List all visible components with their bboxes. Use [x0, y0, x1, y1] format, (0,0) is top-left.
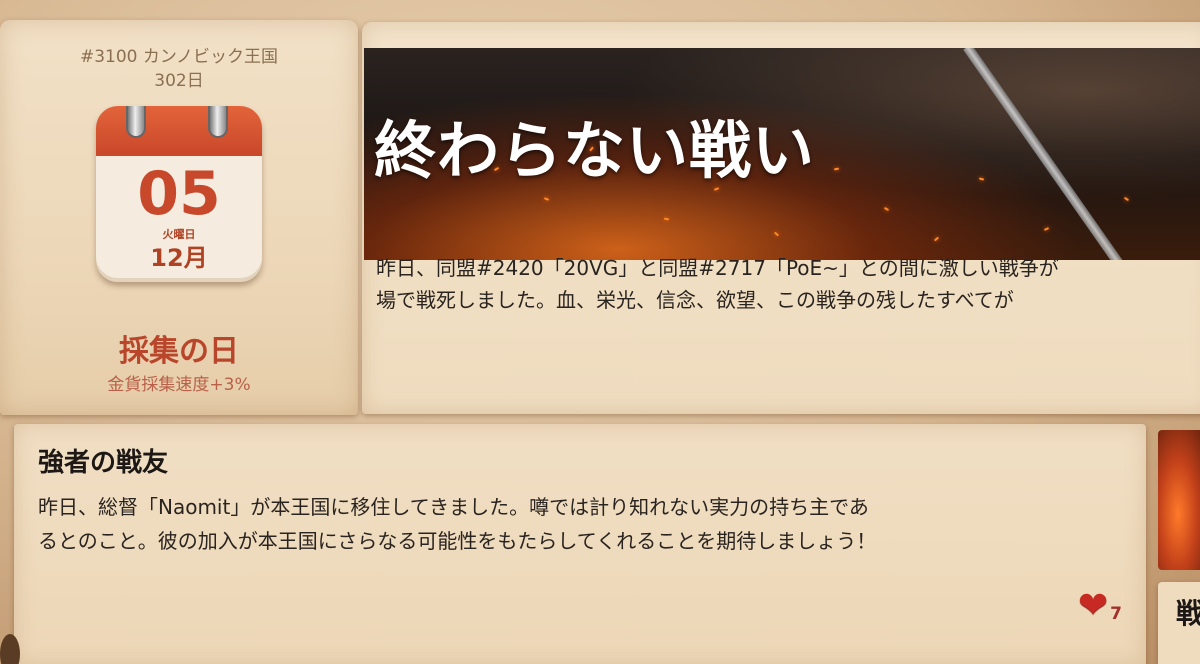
event-effect: 金貨採集速度+3%	[107, 375, 251, 395]
news-body: 昨日、同盟#2420「20VG」と同盟#2717「PoE~」との間に激しい戦争が…	[376, 252, 1200, 316]
kingdom-name: #3100 カンノビック王国	[79, 47, 279, 67]
ally-news-body: 昨日、総督「Naomit」が本王国に移住してきました。噂では計り知れない実力の持…	[38, 490, 1128, 558]
event-title: 採集の日	[119, 334, 239, 369]
like-count: 7	[1110, 604, 1122, 624]
side-card[interactable]: 戦	[1158, 582, 1200, 664]
calendar-ring-right	[208, 106, 228, 138]
sword-image	[963, 48, 1155, 260]
calendar-ring-left	[126, 106, 146, 138]
kingdom-days: 302日	[154, 71, 204, 91]
calendar-header	[96, 106, 262, 156]
side-card-image[interactable]	[1158, 430, 1200, 570]
calendar-icon: 05 火曜日 12月	[96, 106, 262, 282]
ally-news-title: 強者の戦友	[38, 448, 169, 478]
news-line: 昨日、同盟#2420「20VG」と同盟#2717「PoE~」との間に激しい戦争が	[376, 256, 1059, 280]
news-banner-image: 終わらない戦い	[364, 48, 1200, 260]
heart-icon: ❤	[1077, 585, 1109, 626]
ally-news-line: るとのこと。彼の加入が本王国にさらなる可能性をもたらしてくれることを期待しましょ…	[38, 529, 877, 553]
calendar-month: 12月	[150, 244, 208, 272]
ally-news-line: 昨日、総督「Naomit」が本王国に移住してきました。噂では計り知れない実力の持…	[38, 495, 869, 519]
side-card-label: 戦	[1176, 597, 1200, 630]
calendar-day: 05	[137, 159, 221, 229]
daily-event-panel[interactable]: #3100 カンノビック王国 302日 05 火曜日 12月 採集の日 金貨採集…	[0, 20, 358, 415]
news-card-ally[interactable]: 強者の戦友 昨日、総督「Naomit」が本王国に移住してきました。噂では計り知れ…	[14, 424, 1146, 664]
news-line: 場で戦死しました。血、栄光、信念、欲望、この戦争の残したすべてが	[376, 288, 1014, 312]
news-card-war[interactable]: 終わらない戦い 昨日、同盟#2420「20VG」と同盟#2717「PoE~」との…	[362, 22, 1200, 414]
news-title: 終わらない戦い	[374, 114, 816, 187]
like-button[interactable]: ❤ 7	[1077, 585, 1122, 626]
